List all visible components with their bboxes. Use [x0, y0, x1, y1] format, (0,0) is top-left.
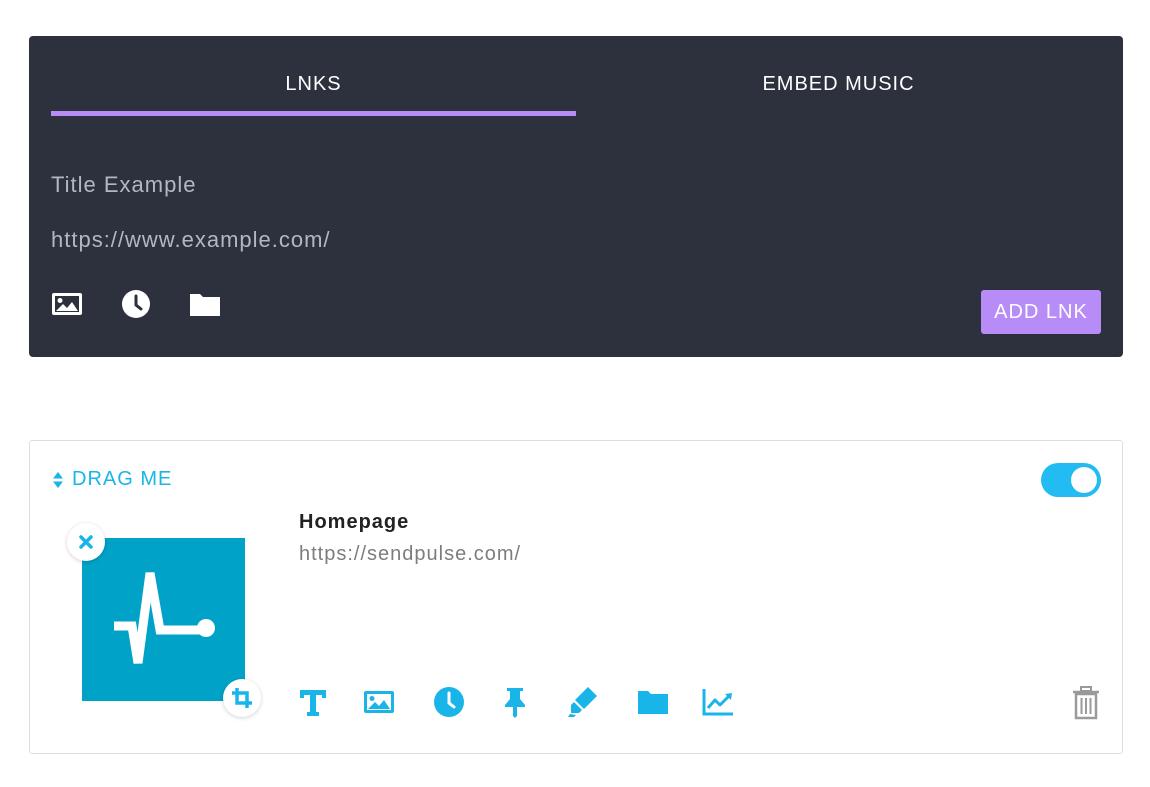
pin-icon[interactable]	[499, 686, 531, 718]
add-link-button[interactable]: ADD LNK	[981, 290, 1101, 334]
folder-icon[interactable]	[637, 686, 669, 718]
clock-icon[interactable]	[120, 290, 152, 318]
text-icon[interactable]	[297, 686, 329, 718]
crop-icon	[232, 688, 252, 708]
drag-label: DRAG ME	[72, 468, 173, 490]
highlighter-icon[interactable]	[566, 686, 598, 718]
title-input[interactable]	[51, 168, 1101, 202]
folder-icon[interactable]	[189, 290, 221, 318]
link-thumbnail	[82, 538, 245, 701]
link-title[interactable]: Homepage	[299, 511, 409, 534]
link-url[interactable]: https://sendpulse.com/	[299, 543, 521, 566]
image-icon[interactable]	[363, 686, 395, 718]
close-icon	[79, 535, 93, 549]
link-card: DRAG ME Homepage https://sendpulse.com/	[29, 440, 1123, 754]
url-input[interactable]	[51, 223, 1101, 257]
tab-embed-music[interactable]: EMBED MUSIC	[576, 36, 1101, 118]
enable-toggle[interactable]	[1041, 463, 1101, 497]
tab-bar: LNKS EMBED MUSIC	[51, 36, 1101, 118]
remove-thumbnail-button[interactable]	[67, 523, 105, 561]
trash-icon[interactable]	[1072, 686, 1100, 720]
drag-handle[interactable]: DRAG ME	[52, 468, 172, 491]
clock-icon[interactable]	[433, 686, 465, 718]
sort-icon	[53, 471, 63, 488]
chart-icon[interactable]	[702, 686, 734, 718]
tab-links[interactable]: LNKS	[51, 36, 576, 118]
image-icon[interactable]	[51, 290, 83, 318]
pulse-logo	[114, 572, 215, 664]
active-tab-indicator	[51, 111, 576, 116]
toggle-knob	[1071, 467, 1097, 493]
crop-thumbnail-button[interactable]	[223, 679, 261, 717]
link-editor-panel: LNKS EMBED MUSIC ADD LNK	[29, 36, 1123, 357]
